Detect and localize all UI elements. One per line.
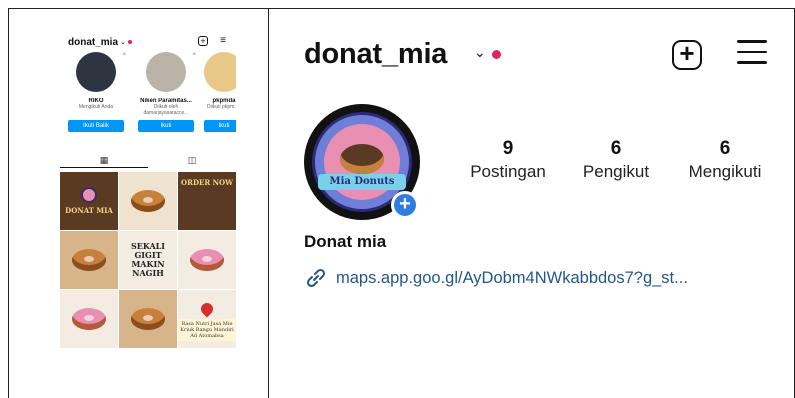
post-tile[interactable]: DONAT MIA: [60, 172, 118, 230]
follow-back-button[interactable]: Ikuti Balik: [68, 120, 124, 132]
stat-followers[interactable]: 6 Pengikut: [576, 138, 656, 182]
stat-value: 9: [502, 138, 514, 159]
create-plus-icon[interactable]: +: [672, 40, 702, 70]
suggestion-sub: Mengikuti Anda: [78, 104, 114, 110]
stat-label: Mengikuti: [688, 162, 762, 181]
display-name: Donat mia: [304, 232, 387, 251]
mini-top-bar: donat_mia ⌄ + ≡: [68, 36, 232, 48]
chevron-down-icon[interactable]: ⌄: [474, 44, 486, 61]
post-grid: DONAT MIA ORDER NOW SEKALI GIGIT MAKIN N…: [60, 172, 236, 348]
tile-order: ORDER NOW: [181, 178, 233, 187]
donut-image: [131, 308, 165, 330]
post-tile[interactable]: ORDER NOW: [178, 172, 236, 230]
stat-posts[interactable]: 9 Postingan: [464, 138, 552, 182]
mini-profile-screenshot: donat_mia ⌄ + ≡ × RIKO Mengikuti Anda Ik…: [60, 30, 236, 348]
panel-divider: [268, 8, 269, 398]
notification-dot: [492, 50, 501, 59]
suggestion-sub: Diikuti pkpm.sa: [207, 104, 236, 110]
avatar[interactable]: [204, 52, 236, 92]
avatar[interactable]: [146, 52, 186, 92]
donut-image: [131, 190, 165, 212]
tile-tagline: NAGIH: [132, 268, 164, 278]
bio-link[interactable]: maps.app.goo.gl/AyDobm4NWkabbdos7?g_st..…: [304, 268, 688, 288]
stat-label: Postingan: [470, 162, 546, 181]
stat-following[interactable]: 6 Mengikuti: [680, 138, 770, 182]
notification-dot: [127, 40, 132, 44]
post-tile[interactable]: [60, 290, 118, 348]
link-icon: [306, 268, 326, 288]
menu-icon[interactable]: [737, 40, 767, 68]
stat-value: 6: [610, 138, 622, 159]
chevron-down-icon[interactable]: ⌄: [120, 38, 126, 46]
suggestion-card: × RIKO Mengikuti Anda Ikuti Balik: [62, 52, 130, 144]
stat-value: 6: [719, 138, 731, 159]
post-tile[interactable]: [60, 231, 118, 289]
follow-button[interactable]: Ikuti: [138, 120, 194, 132]
donut-image: [72, 308, 106, 330]
donut-image: [190, 249, 224, 271]
donut-icon: [340, 144, 384, 174]
post-tile[interactable]: Rasa Nutri Jasa Mie Kriuk Bangu Mandiri …: [178, 290, 236, 348]
suggestion-card: pkpmda Diikuti pkpm.sa Ikuti: [202, 52, 236, 144]
logo-icon: [81, 187, 97, 203]
location-pin-icon: [198, 300, 216, 318]
grid-tab-icon[interactable]: ▦: [60, 154, 148, 168]
close-icon[interactable]: ×: [122, 52, 126, 58]
avatar[interactable]: [76, 52, 116, 92]
stat-label: Pengikut: [582, 162, 650, 181]
follow-button[interactable]: Ikuti: [204, 120, 236, 132]
menu-icon[interactable]: ≡: [220, 36, 226, 46]
post-tile[interactable]: [119, 290, 177, 348]
avatar-logo-text: Mia Donuts: [318, 174, 406, 190]
tagged-tab-icon[interactable]: ◫: [148, 154, 236, 168]
donut-image: [72, 249, 106, 271]
post-tile[interactable]: SEKALI GIGIT MAKIN NAGIH: [119, 231, 177, 289]
suggestion-sub: Diikuti oleh damarjayasaracce...: [143, 104, 189, 116]
add-story-plus-icon[interactable]: +: [391, 191, 419, 219]
profile-username[interactable]: donat_mia: [304, 38, 447, 71]
post-tile[interactable]: [178, 231, 236, 289]
suggestion-card: × Niken Paramitas... Diikuti oleh damarj…: [132, 52, 200, 144]
mini-username[interactable]: donat_mia: [68, 37, 118, 48]
profile-tabs: ▦ ◫: [60, 154, 236, 168]
post-tile[interactable]: [119, 172, 177, 230]
tile-sign: Rasa Nutri Jasa Mie Kriuk Bangu Mandiri …: [178, 319, 236, 341]
bio-link-text[interactable]: maps.app.goo.gl/AyDobm4NWkabbdos7?g_st..…: [336, 269, 688, 288]
close-icon[interactable]: ×: [192, 52, 196, 58]
plus-icon[interactable]: +: [198, 36, 208, 46]
tile-brand: DONAT MIA: [65, 206, 113, 215]
